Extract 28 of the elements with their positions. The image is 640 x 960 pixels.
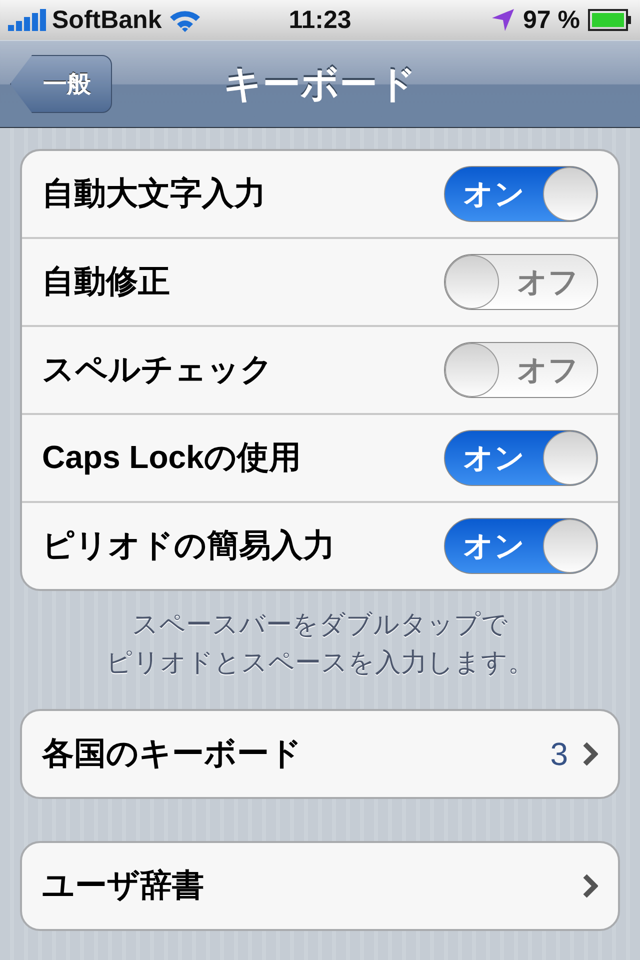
setting-label: Caps Lockの使用: [42, 438, 302, 477]
item-label: ユーザ辞書: [42, 866, 205, 905]
chevron-icon: [582, 873, 598, 899]
toggle-switch[interactable]: オン: [444, 518, 598, 574]
battery-icon: [588, 9, 632, 31]
wifi-icon: [168, 8, 202, 32]
setting-label: ピリオドの簡易入力: [42, 526, 336, 565]
signal-icon: [8, 9, 46, 31]
list-item[interactable]: 各国のキーボード 3: [22, 711, 618, 797]
item-label: 各国のキーボード: [42, 734, 303, 773]
item-count: 3: [550, 736, 568, 772]
location-arrow-icon: [491, 8, 516, 32]
status-time: 11:23: [288, 6, 352, 34]
carrier-name: SoftBank: [52, 6, 162, 34]
list-item[interactable]: ユーザ辞書: [22, 843, 618, 929]
setting-label: 自動修正: [42, 262, 171, 301]
toggle-switch[interactable]: オン: [444, 166, 598, 222]
setting-label: 自動大文字入力: [42, 174, 267, 213]
toggle-switch[interactable]: オン: [444, 430, 598, 486]
battery-percent: 97 %: [523, 6, 580, 34]
back-button[interactable]: 一般: [10, 55, 112, 113]
setting-label: スペルチェック: [42, 350, 274, 389]
nav-title: キーボード: [224, 62, 416, 108]
chevron-icon: [582, 741, 598, 767]
footer-note: スペースバーをダブルタップで: [132, 608, 508, 641]
toggle-switch[interactable]: オフ: [444, 254, 598, 310]
footer-note: ピリオドとスペースを入力します。: [106, 646, 534, 679]
toggle-switch[interactable]: オフ: [444, 342, 598, 398]
